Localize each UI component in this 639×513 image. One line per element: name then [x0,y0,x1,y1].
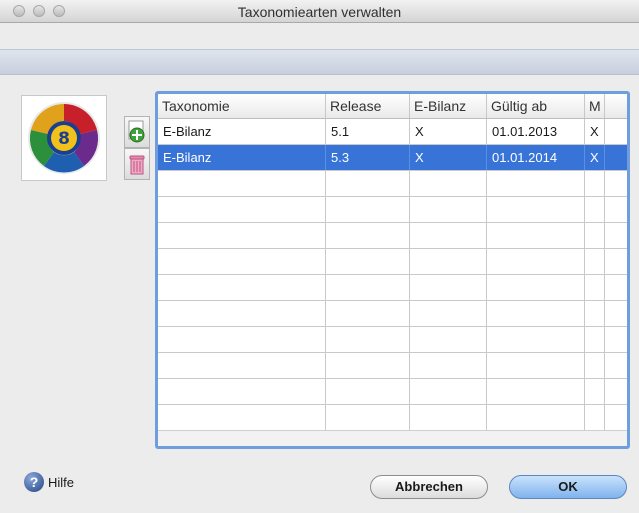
empty-cell [487,275,585,300]
empty-cell [326,275,410,300]
empty-cell [326,197,410,222]
empty-table-row[interactable] [158,275,627,301]
empty-table-row[interactable] [158,405,627,431]
empty-cell [158,223,326,248]
empty-cell [326,353,410,378]
svg-text:8: 8 [58,129,70,149]
add-icon [128,120,145,143]
empty-cell [326,405,410,430]
empty-cell [487,301,585,326]
empty-cell [585,301,605,326]
empty-cell [487,223,585,248]
empty-cell [410,275,487,300]
empty-cell [326,249,410,274]
empty-cell [585,405,605,430]
empty-cell [158,275,326,300]
column-header-m[interactable]: M [585,94,605,118]
empty-cell [158,197,326,222]
cancel-button[interactable]: Abbrechen [370,475,488,499]
empty-cell [410,405,487,430]
empty-cell [410,301,487,326]
column-header-release[interactable]: Release [326,94,410,118]
empty-cell [487,249,585,274]
empty-cell [585,249,605,274]
empty-cell [410,223,487,248]
empty-table-row[interactable] [158,353,627,379]
table-header: Taxonomie Release E-Bilanz Gültig ab M [158,94,627,119]
add-row-button[interactable] [124,116,150,148]
empty-cell [585,353,605,378]
empty-cell [410,379,487,404]
title-bar: Taxonomiearten verwalten [0,0,639,23]
cell-taxonomie: E-Bilanz [158,119,326,144]
empty-table-row[interactable] [158,301,627,327]
taxonomy-wheel-logo-icon: 8 [28,102,100,174]
empty-table-row[interactable] [158,223,627,249]
header-band [0,49,639,75]
empty-cell [487,327,585,352]
cell-release: 5.3 [326,145,410,170]
ok-button[interactable]: OK [509,475,627,499]
cell-m: X [585,145,605,170]
window-title: Taxonomiearten verwalten [237,4,402,20]
empty-cell [585,275,605,300]
empty-cell [585,171,605,196]
empty-cell [410,327,487,352]
empty-cell [410,197,487,222]
column-header-ebilanz[interactable]: E-Bilanz [410,94,487,118]
empty-cell [487,405,585,430]
empty-cell [158,379,326,404]
empty-cell [487,379,585,404]
help-icon: ? [24,472,44,492]
empty-cell [585,223,605,248]
empty-cell [410,249,487,274]
empty-table-row[interactable] [158,249,627,275]
horizontal-scrollbar[interactable] [158,430,627,446]
cell-gueltig-ab: 01.01.2013 [487,119,585,144]
cell-gueltig-ab: 01.01.2014 [487,145,585,170]
empty-cell [158,405,326,430]
empty-cell [487,197,585,222]
trash-icon [129,155,145,175]
empty-table-row[interactable] [158,379,627,405]
cell-taxonomie: E-Bilanz [158,145,326,170]
column-header-gueltig-ab[interactable]: Gültig ab [487,94,585,118]
empty-cell [410,171,487,196]
taxonomy-table[interactable]: Taxonomie Release E-Bilanz Gültig ab M E… [155,91,630,449]
empty-cell [487,171,585,196]
empty-cell [585,197,605,222]
empty-cell [585,379,605,404]
empty-cell [326,327,410,352]
table-row-selected[interactable]: E-Bilanz 5.3 X 01.01.2014 X [158,145,627,171]
empty-cell [158,327,326,352]
empty-cell [326,301,410,326]
empty-table-row[interactable] [158,197,627,223]
delete-row-button[interactable] [124,148,150,180]
empty-table-row[interactable] [158,327,627,353]
help-label: Hilfe [48,474,75,490]
cell-m: X [585,119,605,144]
empty-cell [158,249,326,274]
empty-cell [158,171,326,196]
column-header-taxonomie[interactable]: Taxonomie [158,94,326,118]
empty-cell [410,353,487,378]
empty-table-row[interactable] [158,171,627,197]
app-logo: 8 [21,95,107,181]
empty-cell [158,353,326,378]
cell-release: 5.1 [326,119,410,144]
cell-ebilanz: X [410,119,487,144]
empty-cell [326,223,410,248]
empty-cell [585,327,605,352]
cell-ebilanz: X [410,145,487,170]
empty-cell [326,379,410,404]
table-row[interactable]: E-Bilanz 5.1 X 01.01.2013 X [158,119,627,145]
empty-cell [326,171,410,196]
empty-cell [487,353,585,378]
help-link[interactable]: ? Hilfe [24,472,74,492]
empty-cell [158,301,326,326]
